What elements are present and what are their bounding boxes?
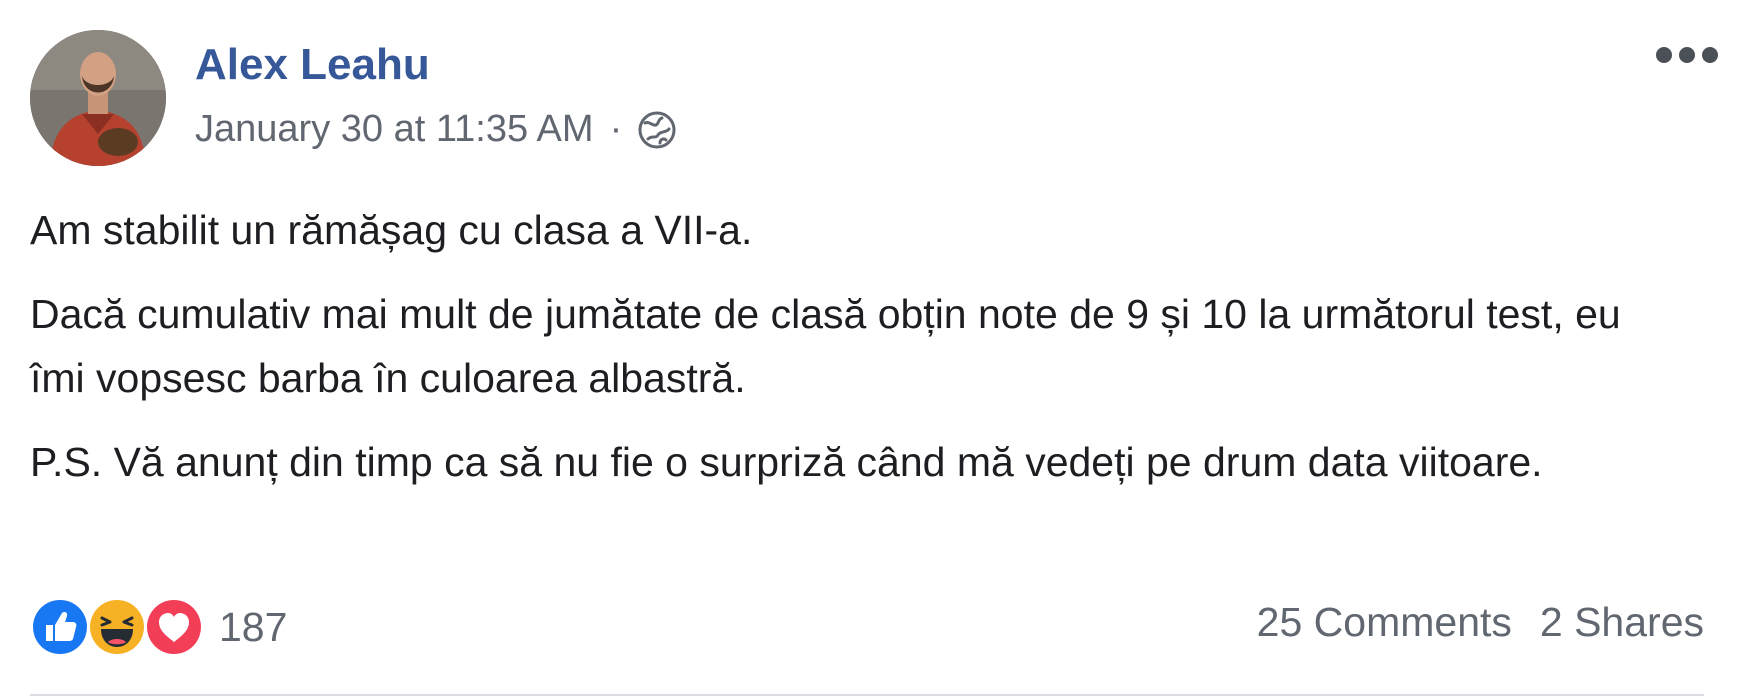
meta-separator: · xyxy=(609,108,623,150)
author-name[interactable]: Alex Leahu xyxy=(195,40,430,90)
post-paragraph: Am stabilit un rămășag cu clasa a VII-a. xyxy=(30,207,753,253)
footer-divider xyxy=(30,694,1704,696)
facebook-post: Alex Leahu January 30 at 11:35 AM · Am s… xyxy=(0,0,1752,700)
more-dot xyxy=(1679,47,1695,63)
post-timestamp[interactable]: January 30 at 11:35 AM xyxy=(195,108,594,151)
globe-icon[interactable] xyxy=(636,109,678,151)
post-paragraph: P.S. Vă anunț din timp ca să nu fie o su… xyxy=(30,439,1543,485)
reactions-bar[interactable]: 187 xyxy=(30,595,287,659)
post-content: Am stabilit un rămășag cu clasa a VII-a.… xyxy=(30,198,1640,514)
avatar[interactable] xyxy=(30,30,166,166)
post-paragraph: Dacă cumulativ mai mult de jumătate de c… xyxy=(30,291,1621,401)
reaction-count[interactable]: 187 xyxy=(219,604,287,651)
more-dot xyxy=(1702,47,1718,63)
more-options-icon[interactable] xyxy=(1656,40,1718,70)
engagement-counts: 25 Comments 2 Shares xyxy=(1257,599,1704,646)
like-icon xyxy=(30,597,90,657)
more-dot xyxy=(1656,47,1672,63)
shares-count-link[interactable]: 2 Shares xyxy=(1540,599,1704,646)
comments-count-link[interactable]: 25 Comments xyxy=(1257,599,1512,646)
post-meta: January 30 at 11:35 AM · xyxy=(195,108,678,151)
avatar-photo xyxy=(30,30,166,166)
love-icon xyxy=(144,597,204,657)
haha-icon xyxy=(87,597,147,657)
